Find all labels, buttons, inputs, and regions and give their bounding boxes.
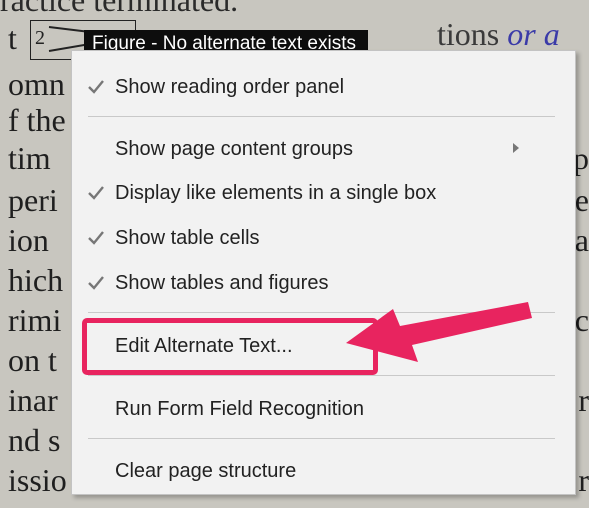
pointer-arrow-icon <box>346 302 532 362</box>
